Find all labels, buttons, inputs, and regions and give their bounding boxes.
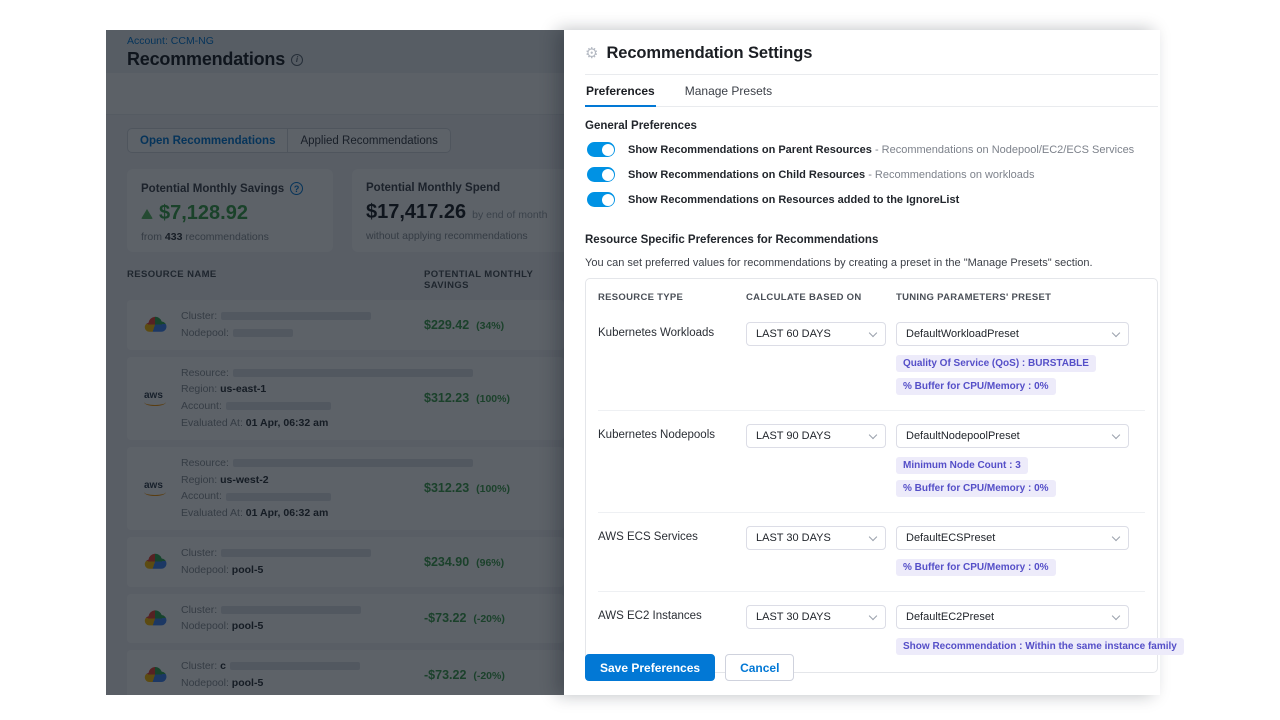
selected-period: LAST 90 DAYS (756, 430, 831, 442)
selected-period: LAST 60 DAYS (756, 328, 831, 340)
tuning-preset-select[interactable]: DefaultECSPreset (896, 526, 1129, 550)
gear-icon (585, 46, 598, 61)
tuning-preset-select[interactable]: DefaultWorkloadPreset (896, 322, 1129, 346)
toggle-label: Show Recommendations on Child Resources (628, 169, 865, 181)
recommendation-settings-drawer: Recommendation Settings Preferences Mana… (564, 30, 1160, 695)
preset-badge: % Buffer for CPU/Memory : 0% (896, 559, 1056, 576)
preset-badges: Minimum Node Count : 3 % Buffer for CPU/M… (896, 457, 1145, 497)
selected-period: LAST 30 DAYS (756, 532, 831, 544)
calculate-based-on-select[interactable]: LAST 90 DAYS (746, 424, 886, 448)
general-preferences-toggles: Show Recommendations on Parent Resources… (585, 142, 1158, 207)
calculate-based-on-select[interactable]: LAST 30 DAYS (746, 605, 886, 629)
chevron-down-icon (869, 430, 877, 438)
column-resource-type: RESOURCE TYPE (598, 289, 746, 309)
preset-badge: Minimum Node Count : 3 (896, 457, 1028, 474)
resource-prefs-description: You can set preferred values for recomme… (585, 257, 1158, 269)
preset-badge: % Buffer for CPU/Memory : 0% (896, 480, 1056, 497)
chevron-down-icon (1112, 611, 1120, 619)
preference-toggle-row: Show Recommendations on Parent Resources… (587, 142, 1158, 157)
save-preferences-button[interactable]: Save Preferences (585, 654, 715, 681)
preset-badges: % Buffer for CPU/Memory : 0% (896, 559, 1145, 576)
toggle-description: - Recommendations on workloads (865, 169, 1034, 181)
toggle-switch[interactable] (587, 167, 615, 182)
general-preferences-heading: General Preferences (585, 120, 1158, 132)
chevron-down-icon (869, 328, 877, 336)
preset-badge: Quality Of Service (QoS) : BURSTABLE (896, 355, 1096, 372)
cancel-button[interactable]: Cancel (725, 654, 794, 681)
tuning-preset-select[interactable]: DefaultNodepoolPreset (896, 424, 1129, 448)
chevron-down-icon (869, 611, 877, 619)
resource-prefs-table: RESOURCE TYPE CALCULATE BASED ON TUNING … (585, 278, 1158, 673)
chevron-down-icon (869, 532, 877, 540)
resource-type-label: AWS EC2 Instances (598, 605, 746, 655)
tab-preferences[interactable]: Preferences (585, 75, 656, 106)
selected-preset: DefaultECSPreset (906, 532, 995, 544)
drawer-title: Recommendation Settings (606, 44, 812, 63)
resource-prefs-heading: Resource Specific Preferences for Recomm… (585, 234, 1158, 246)
column-calculate-based-on: CALCULATE BASED ON (746, 289, 896, 309)
preset-badge: % Buffer for CPU/Memory : 0% (896, 378, 1056, 395)
calculate-based-on-select[interactable]: LAST 60 DAYS (746, 322, 886, 346)
resource-pref-row: Kubernetes Workloads LAST 60 DAYS Defaul… (598, 309, 1145, 410)
tuning-preset-select[interactable]: DefaultEC2Preset (896, 605, 1129, 629)
modal-dim-overlay[interactable] (106, 30, 564, 695)
selected-preset: DefaultEC2Preset (906, 611, 994, 623)
preference-toggle-row: Show Recommendations on Resources added … (587, 192, 1158, 207)
calculate-based-on-select[interactable]: LAST 30 DAYS (746, 526, 886, 550)
resource-pref-row: Kubernetes Nodepools LAST 90 DAYS Defaul… (598, 410, 1145, 512)
settings-tabs: Preferences Manage Presets (585, 75, 1158, 107)
preference-toggle-row: Show Recommendations on Child Resources … (587, 167, 1158, 182)
toggle-label: Show Recommendations on Parent Resources (628, 144, 872, 156)
selected-preset: DefaultWorkloadPreset (906, 328, 1019, 340)
chevron-down-icon (1112, 532, 1120, 540)
toggle-switch[interactable] (587, 142, 615, 157)
toggle-switch[interactable] (587, 192, 615, 207)
preset-badge: Show Recommendation : Within the same in… (896, 638, 1184, 655)
toggle-label: Show Recommendations on Resources added … (628, 194, 959, 206)
recommendations-page: Account: CCM-NG Recommendations Open Rec… (106, 30, 564, 695)
resource-type-label: Kubernetes Nodepools (598, 424, 746, 497)
preset-badges: Show Recommendation : Within the same in… (896, 638, 1184, 655)
resource-type-label: AWS ECS Services (598, 526, 746, 576)
selected-preset: DefaultNodepoolPreset (906, 430, 1020, 442)
chevron-down-icon (1112, 328, 1120, 336)
column-tuning-parameters-preset: TUNING PARAMETERS' PRESET (896, 289, 1145, 309)
prefs-table-header: RESOURCE TYPE CALCULATE BASED ON TUNING … (598, 289, 1145, 309)
preset-badges: Quality Of Service (QoS) : BURSTABLE % Bu… (896, 355, 1145, 395)
app-window: Account: CCM-NG Recommendations Open Rec… (106, 30, 1160, 695)
resource-pref-row: AWS ECS Services LAST 30 DAYS DefaultECS… (598, 512, 1145, 591)
selected-period: LAST 30 DAYS (756, 611, 831, 623)
resource-type-label: Kubernetes Workloads (598, 322, 746, 395)
chevron-down-icon (1112, 430, 1120, 438)
tab-manage-presets[interactable]: Manage Presets (684, 75, 773, 106)
toggle-description: - Recommendations on Nodepool/EC2/ECS Se… (872, 144, 1134, 156)
